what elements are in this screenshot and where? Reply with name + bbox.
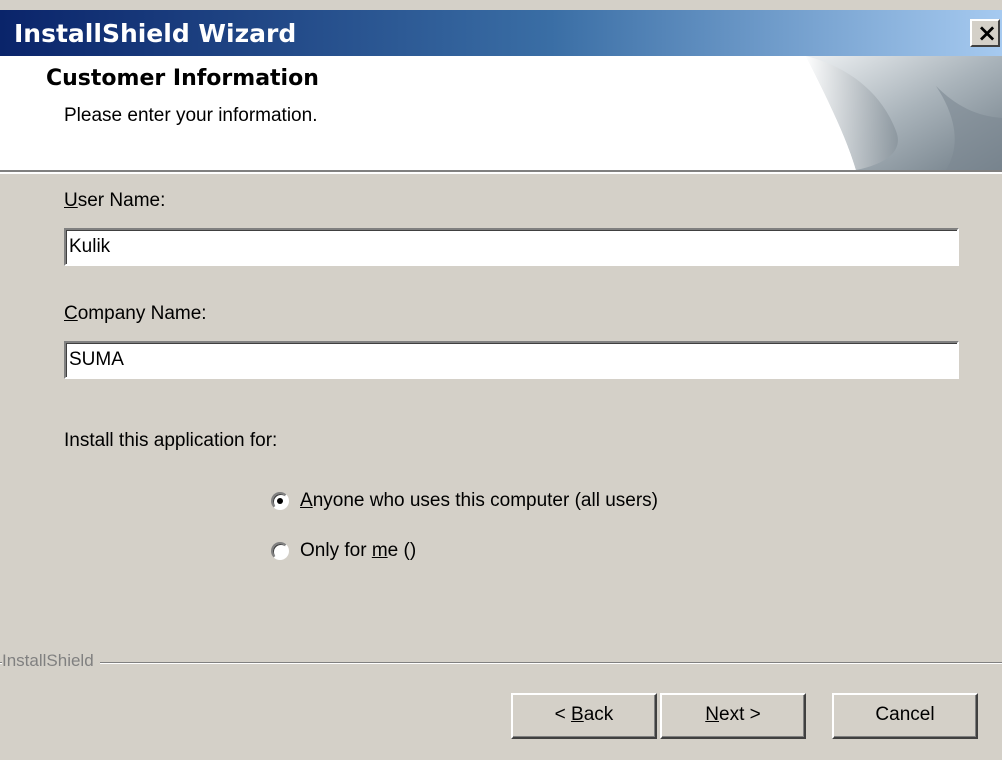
brand-rule	[0, 662, 1002, 664]
window-title: InstallShield Wizard	[14, 19, 297, 48]
company-name-input[interactable]	[64, 341, 959, 379]
company-name-label: Company Name:	[64, 303, 207, 324]
radio-button-unselected[interactable]	[271, 542, 289, 560]
radio-all-users[interactable]: Anyone who uses this computer (all users…	[271, 490, 658, 512]
radio-all-users-label: Anyone who uses this computer (all users…	[300, 490, 659, 511]
close-button[interactable]: ×	[970, 19, 1000, 47]
user-name-label: User Name:	[64, 190, 166, 211]
radio-only-me-label: Only for me ()	[300, 540, 417, 561]
title-bar[interactable]: InstallShield Wizard ×	[0, 10, 1002, 56]
page-curl-graphic-icon	[806, 56, 1002, 170]
page-title: Customer Information	[46, 66, 319, 91]
close-icon: ×	[977, 19, 998, 47]
radio-button-selected[interactable]	[271, 492, 289, 510]
header-separator	[0, 170, 1002, 174]
page-subtitle: Please enter your information.	[64, 105, 318, 126]
back-button[interactable]: < Back	[511, 693, 657, 739]
installshield-dialog: InstallShield Wizard × Customer Informat…	[0, 0, 1002, 760]
radio-only-me[interactable]: Only for me ()	[271, 540, 416, 562]
user-name-input[interactable]	[64, 228, 959, 266]
install-for-label: Install this application for:	[64, 430, 278, 451]
installshield-brand-label: InstallShield	[2, 651, 100, 671]
brand-separator: InstallShield	[0, 651, 1002, 675]
next-button[interactable]: Next >	[660, 693, 806, 739]
header-panel: Customer Information Please enter your i…	[0, 56, 1002, 170]
cancel-button[interactable]: Cancel	[832, 693, 978, 739]
